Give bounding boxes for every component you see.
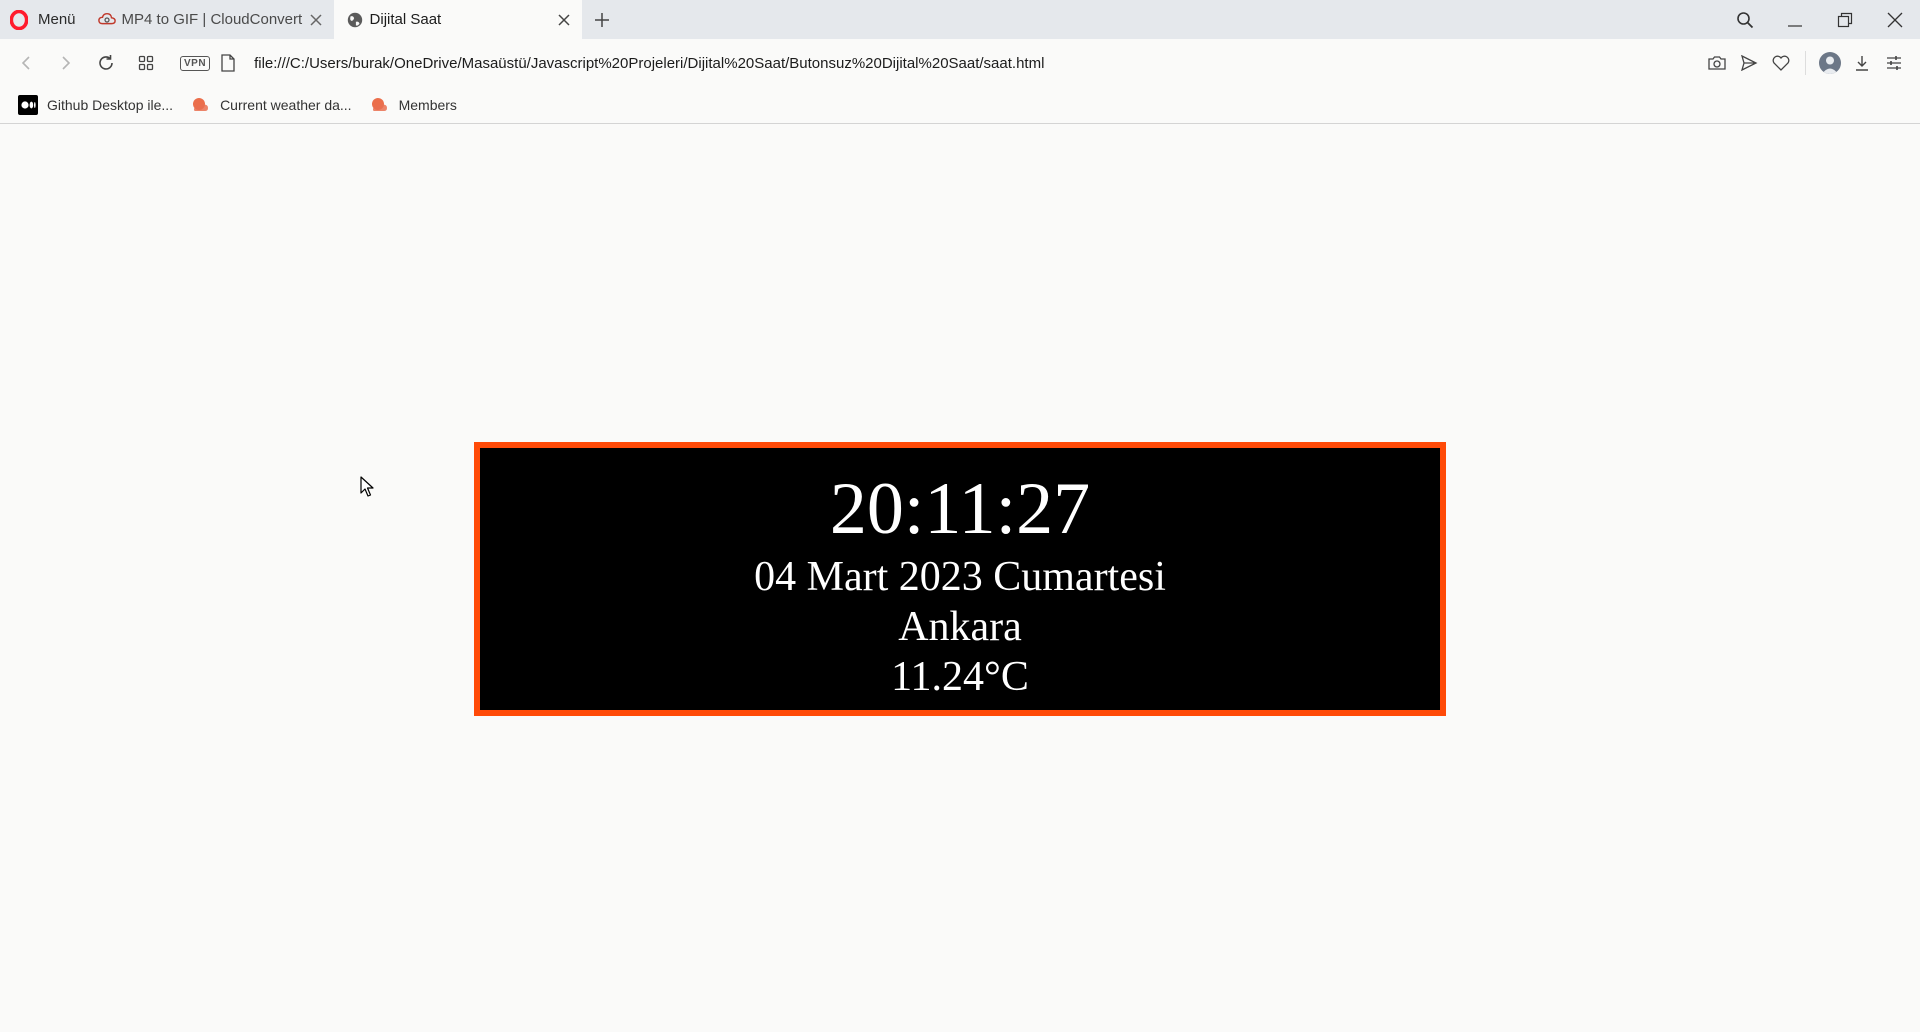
- send-icon: [1741, 55, 1758, 71]
- divider: [1805, 51, 1806, 75]
- tab-label: Dijital Saat: [369, 11, 442, 28]
- profile-button[interactable]: [1814, 45, 1846, 81]
- search-icon: [1737, 11, 1754, 28]
- window-controls: [1720, 0, 1920, 39]
- reload-button[interactable]: [86, 43, 126, 83]
- globe-icon: [347, 12, 362, 27]
- bookmark-label: Members: [398, 97, 457, 113]
- arrow-right-icon: [62, 56, 71, 70]
- minimize-button[interactable]: [1770, 0, 1820, 39]
- bookmark-current-weather[interactable]: Current weather da...: [191, 95, 352, 115]
- grid-icon: [138, 55, 154, 71]
- clock-temperature: 11.24°C: [891, 654, 1029, 700]
- forward-button[interactable]: [46, 43, 86, 83]
- bookmark-github-desktop[interactable]: Github Desktop ile...: [18, 95, 173, 115]
- send-button[interactable]: [1733, 45, 1765, 81]
- avatar: [1819, 52, 1841, 74]
- heart-icon: [1772, 55, 1790, 71]
- download-icon: [1856, 56, 1868, 71]
- vpn-badge[interactable]: VPN: [180, 55, 211, 71]
- bookmark-heart-button[interactable]: [1765, 45, 1797, 81]
- clock-city: Ankara: [898, 604, 1022, 650]
- address-bar: VPN file:///C:/Users/burak/OneDrive/Masa…: [0, 39, 1920, 87]
- reload-icon: [99, 55, 113, 70]
- tab-bar: Menü MP4 to GIF | CloudConvert Dijital S…: [0, 0, 1920, 39]
- mouse-cursor-icon: [360, 476, 374, 497]
- bookmark-members[interactable]: Members: [370, 95, 457, 115]
- snapshot-button[interactable]: [1701, 45, 1733, 81]
- openweather-icon: [193, 98, 209, 111]
- menu-label: Menü: [38, 11, 76, 28]
- tabs-overview-button[interactable]: [126, 43, 166, 83]
- page-icon: [221, 54, 235, 72]
- user-icon: [1822, 56, 1838, 74]
- camera-icon: [1708, 56, 1726, 70]
- search-tabs-button[interactable]: [1720, 0, 1770, 39]
- close-icon: [1887, 12, 1903, 27]
- plus-icon: [594, 12, 609, 27]
- back-button[interactable]: [6, 43, 46, 83]
- settings-sliders-icon: [1887, 56, 1901, 70]
- medium-icon: [18, 95, 38, 115]
- url-field[interactable]: file:///C:/Users/burak/OneDrive/Masaüstü…: [254, 55, 1701, 72]
- address-bar-tools: [1701, 45, 1910, 81]
- close-tab-icon[interactable]: [556, 12, 572, 28]
- new-tab-button[interactable]: [582, 0, 622, 39]
- bookmark-label: Github Desktop ile...: [47, 97, 174, 113]
- opera-logo-icon: [10, 9, 28, 30]
- arrow-left-icon: [21, 56, 30, 70]
- clock-date: 04 Mart 2023 Cumartesi: [754, 554, 1166, 600]
- tab-cloudconvert[interactable]: MP4 to GIF | CloudConvert: [86, 0, 334, 39]
- page-content: 20:11:27 04 Mart 2023 Cumartesi Ankara 1…: [0, 124, 1920, 1032]
- cloud-icon: [97, 12, 116, 24]
- close-tab-icon[interactable]: [308, 12, 324, 28]
- tab-dijital-saat[interactable]: Dijital Saat: [333, 0, 582, 39]
- downloads-button[interactable]: [1846, 45, 1878, 81]
- clock-time: 20:11:27: [829, 468, 1091, 550]
- minimize-icon: [1788, 24, 1802, 27]
- restore-icon: [1837, 12, 1853, 27]
- easy-setup-button[interactable]: [1878, 45, 1910, 81]
- restore-button[interactable]: [1820, 0, 1870, 39]
- tab-label: MP4 to GIF | CloudConvert: [121, 11, 303, 28]
- browser-window: Menü MP4 to GIF | CloudConvert Dijital S…: [0, 0, 1920, 1032]
- digital-clock: 20:11:27 04 Mart 2023 Cumartesi Ankara 1…: [474, 442, 1446, 716]
- close-window-button[interactable]: [1870, 0, 1920, 39]
- bookmarks-bar: Github Desktop ile... Current weather da…: [0, 87, 1920, 124]
- opera-menu-button[interactable]: Menü: [0, 0, 86, 39]
- bookmark-label: Current weather da...: [220, 97, 352, 113]
- openweather-icon: [371, 98, 387, 111]
